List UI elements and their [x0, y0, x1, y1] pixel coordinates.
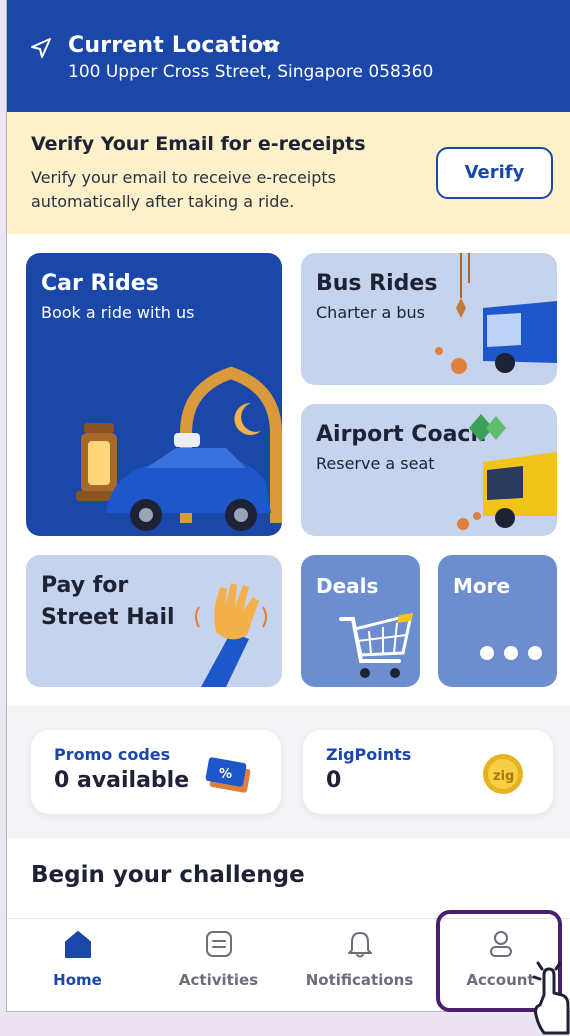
- shopping-cart-icon: [339, 612, 413, 678]
- bus-rides-title: Bus Rides: [316, 271, 438, 296]
- location-header[interactable]: Current Location 100 Upper Cross Street,…: [7, 0, 570, 112]
- phone-screen: Current Location 100 Upper Cross Street,…: [6, 0, 570, 1012]
- nav-home-label: Home: [53, 971, 102, 989]
- svg-text:%: %: [219, 767, 232, 782]
- promo-codes-value: 0 available: [54, 768, 190, 793]
- chevron-down-icon[interactable]: [261, 40, 281, 54]
- street-hail-title-line2: Street Hail: [41, 605, 175, 630]
- banner-description: Verify your email to receive e-receipts …: [31, 168, 336, 211]
- nav-notifications[interactable]: Notifications: [289, 919, 430, 1011]
- taxi-illustration-icon: [76, 366, 282, 531]
- nav-activities[interactable]: Activities: [148, 919, 289, 1011]
- bell-icon: [348, 932, 372, 958]
- home-icon: [65, 931, 91, 958]
- more-tile[interactable]: More: [438, 555, 557, 687]
- nav-home[interactable]: Home: [7, 919, 148, 1011]
- more-dots-icon: [480, 646, 542, 660]
- navigation-arrow-icon: [31, 38, 51, 58]
- deals-title: Deals: [316, 574, 379, 598]
- car-rides-subtitle: Book a ride with us: [41, 303, 195, 322]
- deals-tile[interactable]: Deals: [301, 555, 420, 687]
- location-address: 100 Upper Cross Street, Singapore 058360: [68, 62, 434, 82]
- promo-codes-title: Promo codes: [54, 745, 171, 764]
- airport-coach-tile[interactable]: Airport Coach Reserve a seat: [301, 404, 557, 536]
- banner-title: Verify Your Email for e-receipts: [31, 133, 366, 155]
- tap-hand-icon: [532, 961, 570, 1035]
- verify-button[interactable]: Verify: [436, 147, 553, 199]
- nav-notifications-label: Notifications: [305, 971, 414, 989]
- bus-illustration-icon: [435, 253, 557, 374]
- nav-activities-label: Activities: [178, 971, 259, 989]
- street-hail-title-line1: Pay for: [41, 573, 129, 598]
- bus-rides-subtitle: Charter a bus: [316, 303, 425, 322]
- car-rides-title: Car Rides: [41, 271, 159, 296]
- activities-icon: [206, 931, 232, 957]
- coin-icon: zig: [483, 754, 523, 794]
- zigpoints-title: ZigPoints: [326, 745, 412, 764]
- more-title: More: [453, 574, 511, 598]
- waving-hand-icon: [195, 583, 267, 687]
- challenge-heading: Begin your challenge: [31, 862, 305, 888]
- verify-email-banner: Verify Your Email for e-receipts Verify …: [7, 112, 570, 234]
- svg-text:zig: zig: [493, 769, 514, 784]
- promo-codes-card[interactable]: Promo codes 0 available %: [31, 730, 281, 814]
- location-title[interactable]: Current Location: [68, 33, 279, 58]
- car-rides-tile[interactable]: Car Rides Book a ride with us: [26, 253, 282, 536]
- airport-coach-subtitle: Reserve a seat: [316, 454, 435, 473]
- zigpoints-value: 0: [326, 768, 342, 793]
- coach-illustration-icon: [457, 414, 557, 530]
- zigpoints-card[interactable]: ZigPoints 0 zig: [303, 730, 553, 814]
- bus-rides-tile[interactable]: Bus Rides Charter a bus: [301, 253, 557, 385]
- ticket-icon: %: [205, 757, 251, 793]
- street-hail-tile[interactable]: Pay for Street Hail: [26, 555, 282, 687]
